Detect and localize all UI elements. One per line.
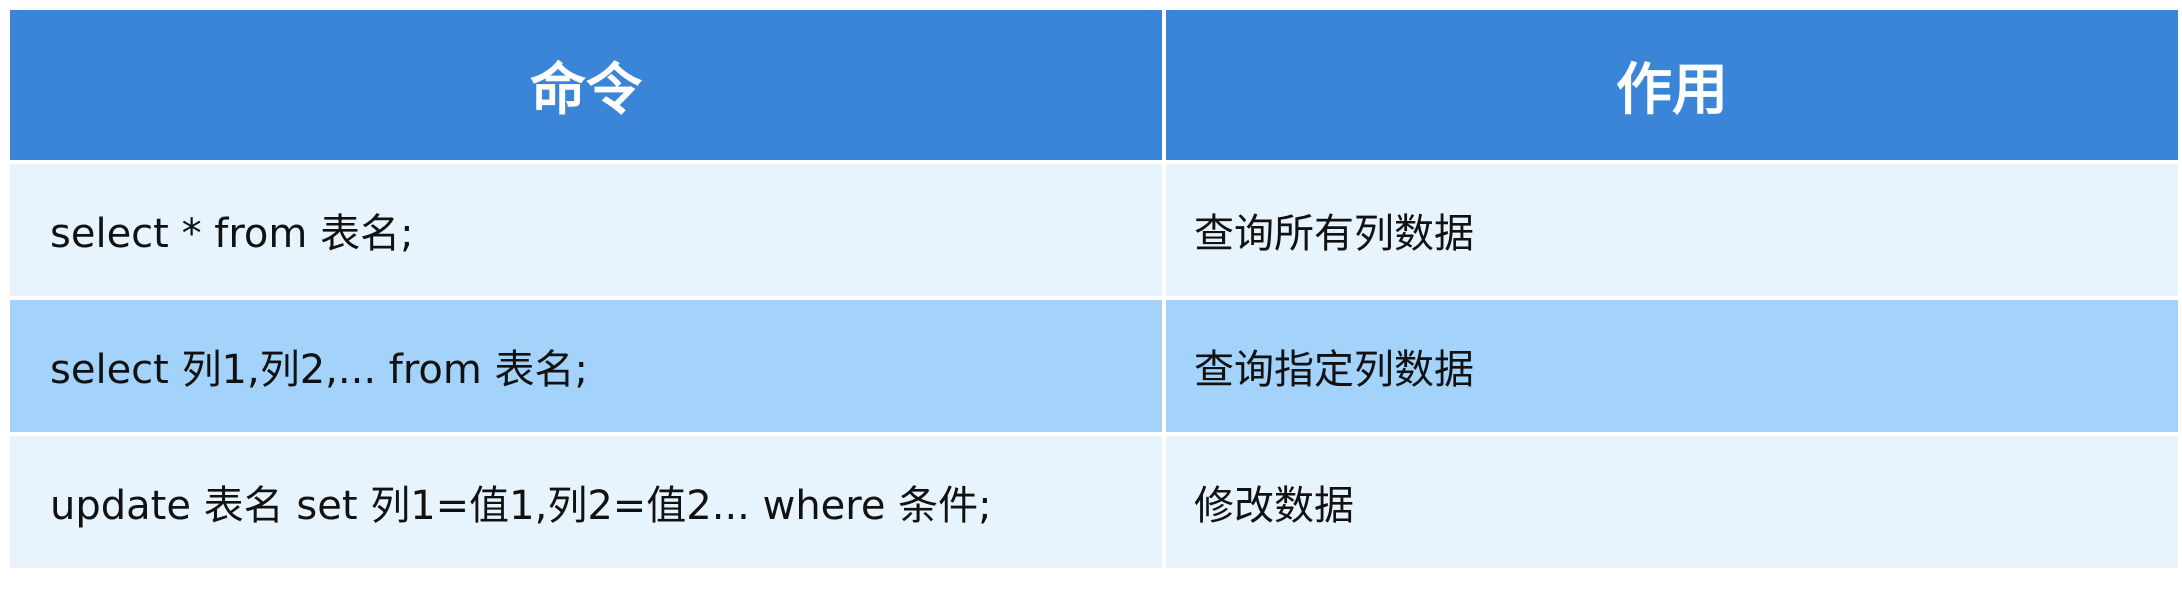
command-cell: update 表名 set 列1=值1,列2=值2... where 条件;: [10, 436, 1162, 568]
header-purpose: 作用: [1166, 10, 2178, 160]
purpose-cell: 查询所有列数据: [1166, 164, 2178, 296]
table-header-row: 命令 作用: [10, 10, 2178, 160]
page: 命令 作用 select * from 表名; 查询所有列数据 select 列…: [0, 0, 2182, 602]
table-row: select 列1,列2,... from 表名; 查询指定列数据: [10, 300, 2178, 432]
command-cell: select 列1,列2,... from 表名;: [10, 300, 1162, 432]
command-cell: select * from 表名;: [10, 164, 1162, 296]
table-row: select * from 表名; 查询所有列数据: [10, 164, 2178, 296]
table-row: update 表名 set 列1=值1,列2=值2... where 条件; 修…: [10, 436, 2178, 568]
header-command: 命令: [10, 10, 1162, 160]
sql-commands-table: 命令 作用 select * from 表名; 查询所有列数据 select 列…: [6, 6, 2182, 572]
purpose-cell: 修改数据: [1166, 436, 2178, 568]
purpose-cell: 查询指定列数据: [1166, 300, 2178, 432]
